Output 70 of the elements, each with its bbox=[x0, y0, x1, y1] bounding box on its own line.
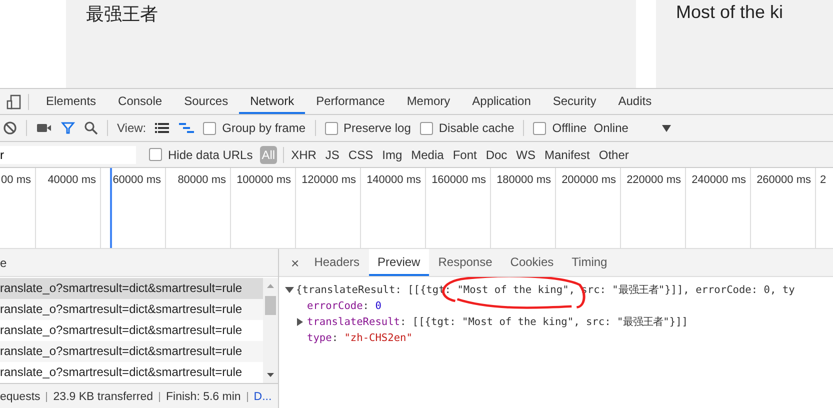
type-filter[interactable]: JS bbox=[324, 146, 340, 164]
translation-text: 最强王者 bbox=[85, 3, 158, 26]
detail-tab[interactable]: Timing bbox=[562, 249, 616, 276]
status-text: Finish: 5.6 min bbox=[166, 390, 241, 402]
waterfall-view-icon[interactable] bbox=[179, 122, 194, 134]
time-tick-label: 40000 ms bbox=[48, 174, 96, 186]
throttle-dropdown[interactable]: Online bbox=[594, 121, 671, 135]
time-tick-label: 180000 ms bbox=[496, 174, 551, 186]
request-row[interactable]: ranslate_o?smartresult=dict&smartresult=rule bbox=[0, 341, 263, 362]
search-icon[interactable] bbox=[84, 121, 98, 135]
column-header[interactable]: e bbox=[0, 249, 278, 277]
panel-tab[interactable]: Sources bbox=[173, 89, 240, 114]
checkbox[interactable]: Offline bbox=[533, 121, 587, 135]
translation-text: Most of the ki bbox=[675, 1, 784, 23]
time-tick-label: 120000 ms bbox=[302, 174, 356, 186]
panel-tab[interactable]: Memory bbox=[396, 89, 462, 114]
request-row[interactable]: ranslate_o?smartresult=dict&smartresult=rule bbox=[0, 278, 263, 299]
time-tick-label: 2 bbox=[820, 174, 826, 186]
close-button[interactable]: × bbox=[285, 249, 306, 276]
panel-tab[interactable]: Security bbox=[542, 89, 608, 114]
time-tick-label: 100000 ms bbox=[236, 174, 291, 186]
panel-tab[interactable]: Console bbox=[107, 89, 174, 114]
time-tick-label: 240000 ms bbox=[692, 174, 746, 186]
status-text: 23.9 KB transferred bbox=[53, 390, 154, 402]
caret-icon bbox=[662, 124, 671, 132]
checkbox[interactable]: Disable cache bbox=[420, 121, 514, 135]
checkbox[interactable]: Preserve log bbox=[324, 121, 411, 135]
type-filter[interactable]: CSS bbox=[347, 146, 374, 164]
time-tick-label: 260000 ms bbox=[756, 174, 811, 186]
time-tick-label: 140000 ms bbox=[366, 174, 421, 186]
view-label: View: bbox=[117, 121, 146, 135]
device-toolbar-icon[interactable] bbox=[6, 94, 22, 110]
time-tick-label: 220000 ms bbox=[626, 174, 681, 186]
filter-field[interactable]: r bbox=[0, 146, 136, 164]
status-link[interactable]: D... bbox=[254, 390, 272, 402]
video-camera-icon[interactable] bbox=[36, 122, 52, 134]
detail-tab[interactable]: Cookies bbox=[501, 249, 563, 276]
type-filter[interactable]: Doc bbox=[484, 146, 508, 164]
panel-tab[interactable]: Elements bbox=[35, 89, 108, 114]
detail-tab[interactable]: Headers bbox=[305, 249, 369, 276]
expanded-arrow-icon[interactable] bbox=[285, 286, 294, 294]
scrollbar[interactable] bbox=[263, 278, 278, 383]
type-filter[interactable]: WS bbox=[515, 146, 537, 164]
type-filter[interactable]: XHR bbox=[290, 146, 318, 164]
json-line: translateResult: [[{tgt: "Most of the king", src: "最强王者"}]] bbox=[307, 315, 688, 329]
detail-tab[interactable]: Preview bbox=[368, 249, 430, 276]
time-tick-label: 60000 ms bbox=[112, 174, 161, 186]
json-line: errorCode: 0 bbox=[307, 300, 382, 312]
panel-tab[interactable]: Audits bbox=[607, 89, 663, 114]
clear-icon[interactable] bbox=[3, 121, 17, 135]
time-tick-label: 200000 ms bbox=[562, 174, 616, 186]
checkbox[interactable]: Group by frame bbox=[203, 121, 306, 135]
type-filter[interactable]: Img bbox=[381, 146, 404, 164]
type-filter[interactable]: Media bbox=[410, 146, 445, 164]
time-tick-label: 00 ms bbox=[1, 174, 31, 186]
time-tick-label: 160000 ms bbox=[432, 174, 486, 186]
type-filter[interactable]: Manifest bbox=[544, 146, 591, 164]
json-line: type: "zh-CHS2en" bbox=[307, 332, 412, 344]
detail-tab[interactable]: Response bbox=[429, 249, 502, 276]
panel-tab[interactable]: Performance bbox=[305, 89, 396, 114]
time-tick-label: 80000 ms bbox=[178, 174, 226, 186]
collapsed-arrow-icon[interactable] bbox=[296, 318, 305, 326]
checkbox[interactable]: Hide data URLs bbox=[149, 148, 253, 162]
list-view-icon[interactable] bbox=[155, 122, 170, 134]
panel-tab[interactable]: Application bbox=[461, 89, 542, 114]
status-text: equests bbox=[0, 390, 40, 402]
request-row[interactable]: ranslate_o?smartresult=dict&smartresult=rule bbox=[0, 299, 263, 320]
type-filter[interactable]: Font bbox=[452, 146, 478, 164]
type-filter[interactable]: Other bbox=[598, 146, 630, 164]
filter-icon[interactable] bbox=[61, 121, 75, 135]
